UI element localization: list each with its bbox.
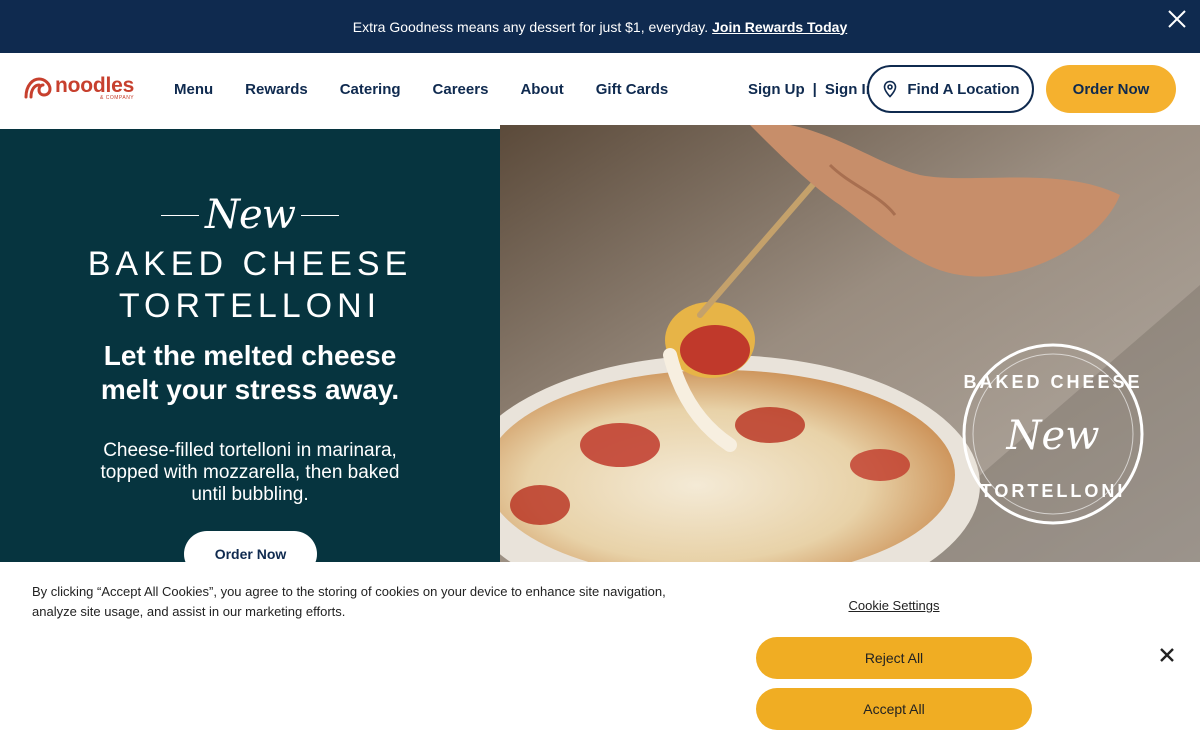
sign-up-link[interactable]: Sign Up — [748, 81, 805, 98]
hero-headline-line1: Let the melted cheese — [103, 340, 397, 371]
badge-top-text: BAKED CHEESE — [963, 372, 1142, 392]
reject-all-button[interactable]: Reject All — [756, 637, 1032, 679]
nav-item-gift-cards[interactable]: Gift Cards — [596, 81, 669, 98]
accept-all-button[interactable]: Accept All — [756, 688, 1032, 730]
site-header: noodles & COMPANY Menu Rewards Catering … — [0, 53, 1200, 125]
noodles-logo-icon — [24, 77, 52, 99]
cookie-text: By clicking “Accept All Cookies”, you ag… — [32, 584, 666, 619]
join-rewards-link[interactable]: Join Rewards Today — [712, 19, 847, 35]
cookie-settings-link[interactable]: Cookie Settings — [756, 598, 1032, 613]
auth-separator: | — [812, 80, 817, 98]
hero-headline: Let the melted cheese melt your stress a… — [0, 339, 500, 407]
hero-promo-panel: New BAKED CHEESE TORTELLONI Let the melt… — [0, 129, 500, 577]
brand-wordmark: noodles — [55, 74, 135, 97]
find-location-button[interactable]: Find A Location — [867, 65, 1034, 113]
new-rule-right — [300, 214, 339, 216]
product-name-line2: TORTELLONI — [118, 287, 382, 325]
brand-subtitle: & COMPANY — [100, 95, 135, 101]
new-rule-left — [161, 214, 200, 216]
cookie-banner: By clicking “Accept All Cookies”, you ag… — [0, 562, 1200, 750]
hero-headline-line2: melt your stress away. — [100, 374, 400, 405]
badge-new-text: New — [1006, 413, 1100, 459]
main-nav: Menu Rewards Catering Careers About Gift… — [174, 53, 700, 125]
find-location-label: Find A Location — [907, 80, 1020, 98]
new-label-row: New — [0, 191, 500, 239]
location-pin-icon — [884, 80, 897, 98]
nav-item-catering[interactable]: Catering — [340, 81, 401, 98]
hero-description: Cheese-filled tortelloni in marinara, to… — [100, 440, 400, 505]
nav-item-rewards[interactable]: Rewards — [245, 81, 308, 98]
brand-logo[interactable]: noodles & COMPANY — [23, 75, 143, 105]
new-label: New — [205, 192, 296, 238]
close-icon[interactable] — [1166, 8, 1188, 30]
tortelloni-photo: BAKED CHEESE New TORTELLONI — [500, 125, 1200, 562]
nav-item-menu[interactable]: Menu — [174, 81, 213, 98]
auth-links: Sign Up | Sign In — [748, 53, 875, 125]
product-name-line1: BAKED CHEESE — [87, 245, 413, 283]
badge-bottom-text: TORTELLONI — [981, 481, 1126, 501]
order-now-button[interactable]: Order Now — [1046, 65, 1176, 113]
nav-item-about[interactable]: About — [520, 81, 563, 98]
promo-message: Extra Goodness means any dessert for jus… — [352, 18, 709, 35]
close-icon[interactable] — [1158, 646, 1176, 664]
promo-bar: Extra Goodness means any dessert for jus… — [0, 0, 1200, 53]
nav-item-careers[interactable]: Careers — [433, 81, 489, 98]
product-name: BAKED CHEESE TORTELLONI — [0, 243, 500, 327]
hero-food-image: BAKED CHEESE New TORTELLONI — [500, 125, 1200, 562]
